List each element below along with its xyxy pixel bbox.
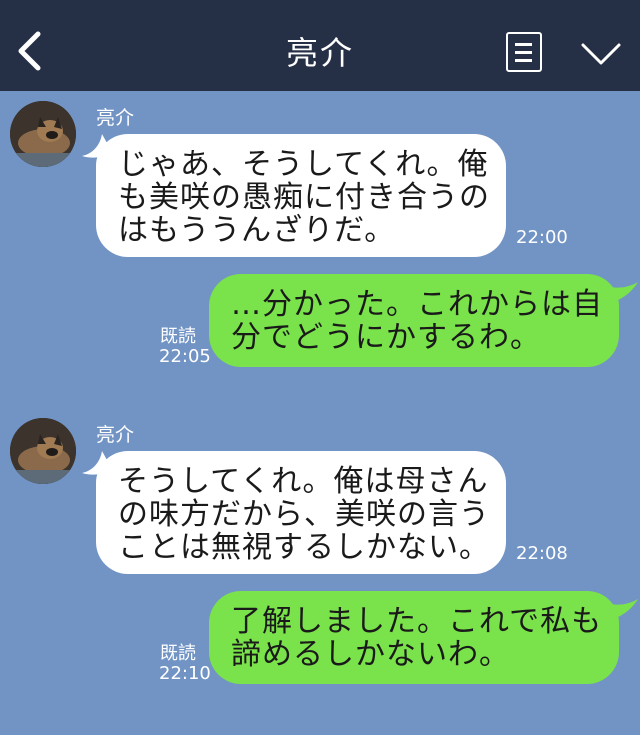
dog-avatar-image (10, 101, 76, 167)
sender-name: 亮介 (96, 107, 135, 129)
chat-header: 亮介 (0, 0, 640, 91)
message-time: 22:05 (159, 346, 211, 367)
avatar[interactable] (10, 418, 76, 484)
message-bubble[interactable]: じゃあ、そうしてくれ。俺 も美咲の愚痴に付き合うの はもううんざりだ。 (96, 134, 506, 257)
read-receipt: 既読 (160, 643, 196, 664)
message-text: …分かった。これからは自 分でどうにかするわ。 (231, 287, 603, 355)
bubble-tail (602, 599, 638, 621)
message-text: そうしてくれ。俺は母さん の味方だから、美咲の言う ことは無視するしかない。 (118, 464, 490, 565)
collapse-button[interactable] (580, 40, 622, 68)
chevron-down-icon (581, 43, 621, 65)
message-bubble[interactable]: そうしてくれ。俺は母さん の味方だから、美咲の言う ことは無視するしかない。 (96, 451, 506, 574)
message-text: じゃあ、そうしてくれ。俺 も美咲の愚痴に付き合うの はもううんざりだ。 (118, 147, 490, 248)
dog-avatar-image (10, 418, 76, 484)
message-time: 22:08 (516, 543, 568, 564)
sender-name: 亮介 (96, 424, 135, 446)
message-time: 22:10 (159, 663, 211, 684)
message-bubble[interactable]: 了解しました。これで私も 諦めるしかないわ。 (209, 591, 619, 684)
avatar[interactable] (10, 101, 76, 167)
chat-title: 亮介 (285, 34, 354, 72)
read-receipt: 既読 (160, 326, 196, 347)
message-text: 了解しました。これで私も 諦めるしかないわ。 (231, 604, 603, 672)
message-time: 22:00 (516, 227, 568, 248)
menu-button[interactable] (506, 32, 542, 72)
bubble-tail (602, 282, 638, 304)
message-bubble[interactable]: …分かった。これからは自 分でどうにかするわ。 (209, 274, 619, 367)
